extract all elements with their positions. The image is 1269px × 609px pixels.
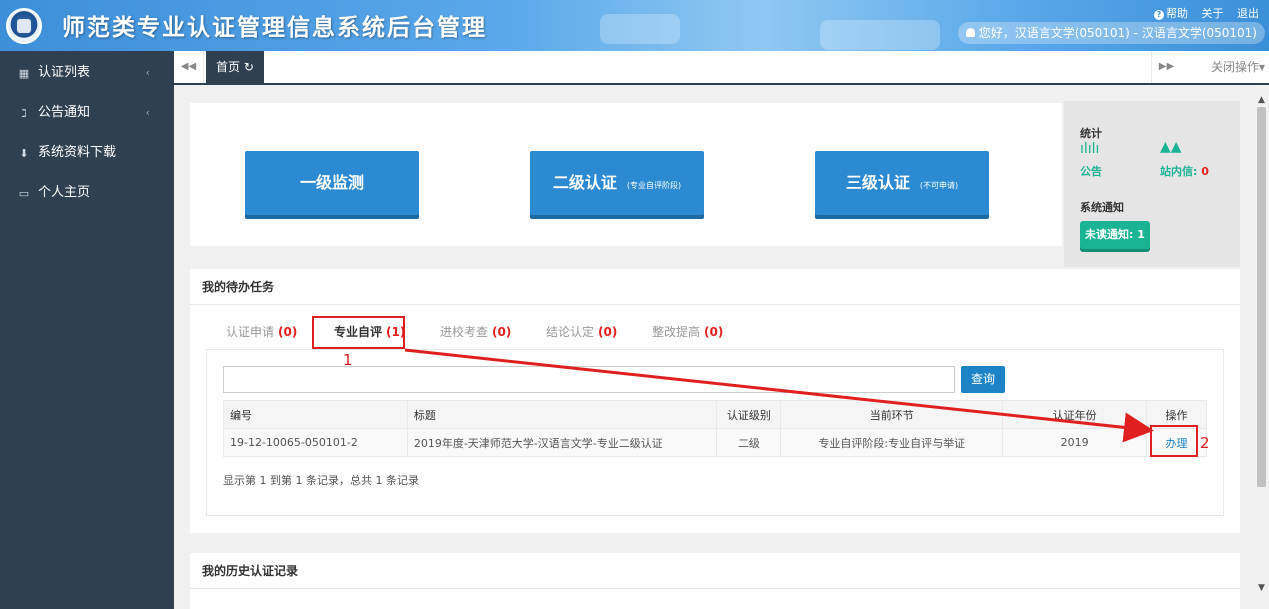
- unread-notices-button[interactable]: 未读通知: 1: [1080, 221, 1150, 249]
- history-title: 我的历史认证记录: [190, 553, 1240, 589]
- tab-scroll-right-button[interactable]: ▶▶: [1151, 51, 1181, 83]
- column-header: 标题: [406, 400, 718, 429]
- pagination-info: 显示第 1 到第 1 条记录，总共 1 条记录: [223, 474, 419, 487]
- user-info[interactable]: 您好，汉语言文学(050101) - 汉语言文学(050101): [957, 22, 1265, 44]
- todo-title: 我的待办任务: [190, 269, 1240, 305]
- download-icon: ⬇: [19, 147, 29, 160]
- tab-conclusion[interactable]: 结论认定 (0): [546, 323, 617, 340]
- scroll-down-arrow[interactable]: ▼: [1254, 583, 1269, 593]
- logout-link[interactable]: 退出: [1237, 7, 1259, 20]
- tab-scroll-left-button[interactable]: ◀◀: [174, 51, 204, 83]
- top-header: 师范类专业认证管理信息系统后台管理 ? 帮助 关于 退出 您好，汉语言文学(050…: [0, 0, 1269, 51]
- level1-monitoring-button[interactable]: 一级监测: [245, 151, 419, 215]
- column-header: 编号: [223, 400, 408, 429]
- cell-year: 2019: [1002, 428, 1148, 457]
- sidebar-item-homepage[interactable]: ▭ 个人主页: [0, 175, 174, 215]
- history-panel: 我的历史认证记录: [190, 553, 1240, 609]
- cell-title: 2019年度-天津师范大学-汉语言文学-专业二级认证: [406, 428, 718, 457]
- annotation-box-tab: [312, 316, 405, 349]
- sidebar-item-announcements[interactable]: ℷ 公告通知 ‹: [0, 95, 174, 135]
- page-tab-bar: ◀◀ 首页 ↻ ▶▶ 关闭操作▾: [174, 51, 1269, 85]
- help-icon: ?: [1154, 10, 1164, 20]
- cell-id: 19-12-10065-050101-2: [223, 428, 408, 457]
- todo-panel: 我的待办任务 认证申请 (0) 专业自评 (1) 进校考查 (0) 结论认定 (0) 整…: [190, 269, 1240, 533]
- sidebar: ▦ 认证列表 ‹ ℷ 公告通知 ‹ ⬇ 系统资料下载 ▭ 个人主页: [0, 51, 174, 609]
- search-input[interactable]: [223, 366, 955, 393]
- chevron-left-icon: ‹: [145, 106, 150, 119]
- scrollbar-thumb[interactable]: [1257, 107, 1266, 487]
- university-logo: [6, 8, 42, 44]
- annotation-box-handle: [1150, 425, 1198, 457]
- cell-level: 二级: [716, 428, 782, 457]
- search-button[interactable]: 查询: [961, 366, 1005, 393]
- table-row: 19-12-10065-050101-2 2019年度-天津师范大学-汉语言文学…: [223, 428, 1207, 457]
- message-link[interactable]: 站内信: 0: [1160, 163, 1209, 179]
- level3-certification-button[interactable]: 三级认证 (不可申请): [815, 151, 989, 215]
- sidebar-item-downloads[interactable]: ⬇ 系统资料下载: [0, 135, 174, 175]
- chevron-left-icon: ‹: [145, 66, 150, 79]
- close-operations-dropdown[interactable]: 关闭操作▾: [1211, 51, 1265, 83]
- bar-chart-icon: ılılı: [1080, 141, 1100, 157]
- column-header: 认证年份: [1002, 400, 1148, 429]
- tab-rectification[interactable]: 整改提高 (0): [652, 323, 723, 340]
- scroll-up-arrow[interactable]: ▲: [1254, 95, 1269, 105]
- app-title: 师范类专业认证管理信息系统后台管理: [62, 14, 487, 41]
- monitor-icon: ▭: [18, 187, 30, 200]
- annotation-number-2: 2: [1200, 434, 1210, 452]
- sidebar-item-cert-list[interactable]: ▦ 认证列表 ‹: [0, 55, 174, 95]
- stats-panel: 统计 ılılı ▲▲ 公告 站内信: 0 系统通知 未读通知: 1: [1064, 101, 1240, 267]
- annotation-number-1: 1: [343, 351, 353, 369]
- todo-table-container: 查询 编号 标题 认证级别 当前环节 认证年份 操作 19-12-10065-0…: [206, 349, 1224, 516]
- level2-certification-button[interactable]: 二级认证 (专业自评阶段): [530, 151, 704, 215]
- top-links: ? 帮助 关于 退出: [1134, 5, 1259, 21]
- calendar-icon: ▦: [18, 67, 30, 80]
- column-header: 当前环节: [780, 400, 1004, 429]
- about-link[interactable]: 关于: [1202, 7, 1224, 20]
- tab-cert-application[interactable]: 认证申请 (0): [226, 323, 297, 340]
- tab-on-site-review[interactable]: 进校考查 (0): [440, 323, 511, 340]
- refresh-icon[interactable]: ↻: [244, 60, 254, 74]
- content-scrollbar[interactable]: ▲ ▼: [1254, 85, 1269, 609]
- cell-stage: 专业自评阶段:专业自评与举证: [780, 428, 1004, 457]
- system-notice-label: 系统通知: [1080, 201, 1124, 214]
- user-icon: [965, 28, 975, 37]
- header-decoration: [820, 20, 940, 50]
- tab-home[interactable]: 首页 ↻: [206, 51, 264, 83]
- rss-icon: ℷ: [21, 107, 27, 120]
- stats-title: 统计: [1080, 127, 1102, 140]
- notice-link[interactable]: 公告: [1080, 163, 1102, 179]
- header-decoration: [600, 14, 680, 44]
- help-link[interactable]: ? 帮助: [1144, 7, 1188, 20]
- column-header: 认证级别: [716, 400, 782, 429]
- area-chart-icon: ▲▲: [1160, 139, 1182, 155]
- todo-table: 编号 标题 认证级别 当前环节 认证年份 操作 19-12-10065-0501…: [223, 400, 1207, 457]
- quick-actions-panel: 一级监测 二级认证 (专业自评阶段) 三级认证 (不可申请): [190, 103, 1062, 246]
